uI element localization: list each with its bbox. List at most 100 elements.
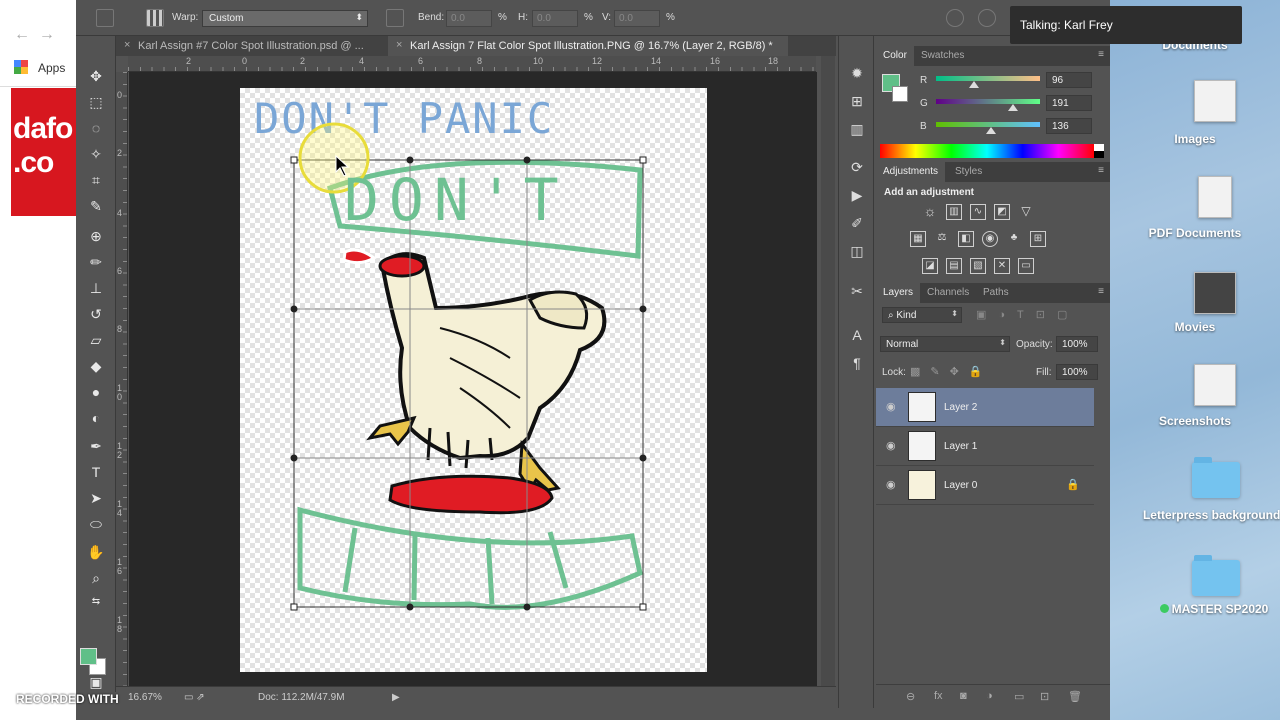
pdf-file-icon[interactable] bbox=[1198, 176, 1232, 218]
histogram-panel-icon[interactable]: ▥ bbox=[848, 120, 866, 138]
layer-mask-icon[interactable]: ◙ bbox=[960, 690, 967, 702]
panel-menu-icon[interactable]: ≡ bbox=[1098, 49, 1104, 60]
delete-layer-icon[interactable]: 🗑 bbox=[1068, 690, 1082, 703]
new-layer-icon[interactable]: ⊡ bbox=[1040, 690, 1049, 703]
black-white-icon[interactable]: ◧ bbox=[958, 231, 974, 247]
levels-icon[interactable]: ▥ bbox=[946, 204, 962, 220]
blur-tool-icon[interactable]: ● bbox=[86, 382, 106, 402]
marquee-tool-icon[interactable]: ⬚ bbox=[86, 92, 106, 112]
zoom-level[interactable]: 16.67% bbox=[128, 692, 162, 703]
puppet-icon[interactable] bbox=[946, 9, 964, 27]
paragraph-panel-icon[interactable]: ¶ bbox=[848, 354, 866, 372]
desktop-item-movies[interactable]: Movies bbox=[1110, 319, 1280, 335]
canvas-area[interactable]: DON'T PANIC DON'T bbox=[129, 72, 817, 686]
warp-style-select[interactable]: Custom bbox=[202, 10, 368, 27]
paint-bucket-icon[interactable]: ◆ bbox=[86, 356, 106, 376]
brush-tool-icon[interactable]: ✏ bbox=[86, 252, 106, 272]
selective-color-icon[interactable]: ✕ bbox=[994, 258, 1010, 274]
warp-grid-icon[interactable] bbox=[146, 9, 164, 27]
layer-name[interactable]: Layer 1 bbox=[944, 441, 977, 452]
crop-tool-icon[interactable]: ⌗ bbox=[86, 170, 106, 190]
link-layers-icon[interactable]: ⊖ bbox=[906, 690, 915, 703]
curves-icon[interactable]: ∿ bbox=[970, 204, 986, 220]
green-slider[interactable] bbox=[936, 99, 1040, 104]
blend-mode-select[interactable]: Normal ⬍ bbox=[880, 336, 1010, 352]
tab-styles[interactable]: Styles bbox=[948, 162, 989, 182]
pen-tool-icon[interactable]: ✒ bbox=[86, 436, 106, 456]
status-play-icon[interactable]: ▶ bbox=[392, 692, 400, 703]
exposure-icon[interactable]: ◩ bbox=[994, 204, 1010, 220]
new-group-icon[interactable]: ▭ bbox=[1014, 690, 1024, 703]
screenshots-file-icon[interactable] bbox=[1194, 364, 1236, 406]
layer-filter-kind[interactable]: ⌕ Kind ⬍ bbox=[882, 307, 962, 323]
layer-name[interactable]: Layer 2 bbox=[944, 402, 977, 413]
actions-panel-icon[interactable]: ⟳ bbox=[848, 158, 866, 176]
tab-color-spot-psd[interactable]: × Karl Assign #7 Color Spot Illustration… bbox=[116, 36, 386, 56]
vibrance-icon[interactable]: ▽ bbox=[1018, 204, 1034, 220]
green-slider-knob[interactable] bbox=[1008, 104, 1018, 111]
opacity-input[interactable]: 100% bbox=[1056, 336, 1098, 352]
dodge-tool-icon[interactable]: ◐ bbox=[86, 408, 106, 428]
red-slider[interactable] bbox=[936, 76, 1040, 81]
eraser-tool-icon[interactable]: ▱ bbox=[86, 330, 106, 350]
folder-icon[interactable] bbox=[1192, 457, 1240, 498]
desktop-item-screenshots[interactable]: Screenshots bbox=[1110, 413, 1280, 429]
brightness-icon[interactable]: ☼ bbox=[922, 204, 938, 220]
h-input[interactable]: 0.0 bbox=[532, 10, 578, 27]
healing-brush-icon[interactable]: ⊕ bbox=[86, 226, 106, 246]
blue-value-input[interactable]: 136 bbox=[1046, 118, 1092, 134]
magic-wand-icon[interactable]: ✧ bbox=[86, 144, 106, 164]
panel-menu-icon[interactable]: ≡ bbox=[1098, 286, 1104, 297]
panel-menu-icon[interactable]: ≡ bbox=[1098, 165, 1104, 176]
desktop-item-images[interactable]: Images bbox=[1110, 131, 1280, 147]
close-icon[interactable]: × bbox=[396, 39, 402, 51]
history-panel-icon[interactable]: ✹ bbox=[848, 64, 866, 82]
fill-input[interactable]: 100% bbox=[1056, 364, 1098, 380]
transform-mode-icon[interactable] bbox=[96, 9, 114, 27]
layer-name[interactable]: Layer 0 bbox=[944, 480, 977, 491]
brush-panel-icon[interactable]: ✐ bbox=[848, 214, 866, 232]
browser-back-forward-icons[interactable]: ← → bbox=[14, 26, 55, 44]
posterize-icon[interactable]: ▤ bbox=[946, 258, 962, 274]
photo-filter-icon[interactable]: ◉ bbox=[982, 231, 998, 247]
visibility-eye-icon[interactable]: ◉ bbox=[886, 439, 896, 452]
stamp-tool-icon[interactable]: ⊥ bbox=[86, 278, 106, 298]
threshold-icon[interactable]: ▧ bbox=[970, 258, 986, 274]
color-balance-icon[interactable]: ⚖ bbox=[934, 231, 950, 247]
tab-layers[interactable]: Layers bbox=[876, 283, 921, 303]
desktop-item-master-sp2020[interactable]: MASTER SP2020 bbox=[1154, 601, 1274, 617]
movies-file-icon[interactable] bbox=[1194, 272, 1236, 314]
tool-presets-icon[interactable]: ✂ bbox=[848, 282, 866, 300]
vertical-scrollbar[interactable] bbox=[821, 56, 835, 686]
gradient-map-icon[interactable]: ▭ bbox=[1018, 258, 1034, 274]
history-brush-icon[interactable]: ↺ bbox=[86, 304, 106, 324]
tab-color[interactable]: Color bbox=[876, 46, 914, 66]
clone-source-icon[interactable]: ◫ bbox=[848, 242, 866, 260]
type-tool-icon[interactable]: T bbox=[86, 462, 106, 482]
layer-row-layer-2[interactable]: ◉ Layer 2 bbox=[876, 388, 1094, 427]
v-input[interactable]: 0.0 bbox=[614, 10, 660, 27]
hand-tool-icon[interactable]: ✋ bbox=[86, 542, 106, 562]
move-tool-icon[interactable]: ✥ bbox=[86, 66, 106, 86]
desktop-item-pdf-documents[interactable]: PDF Documents bbox=[1110, 225, 1280, 241]
swap-colors-icon[interactable]: ⇆ bbox=[86, 592, 106, 612]
tab-adjustments[interactable]: Adjustments bbox=[876, 162, 946, 182]
tab-swatches[interactable]: Swatches bbox=[914, 46, 971, 66]
visibility-eye-icon[interactable]: ◉ bbox=[886, 478, 896, 491]
apps-grid-icon[interactable] bbox=[14, 60, 28, 74]
quick-mask-icon[interactable] bbox=[86, 644, 106, 664]
color-lookup-icon[interactable]: ⊞ bbox=[1030, 231, 1046, 247]
bend-input[interactable]: 0.0 bbox=[446, 10, 492, 27]
tab-flat-color-png[interactable]: × Karl Assign 7 Flat Color Spot Illustra… bbox=[388, 36, 788, 56]
adjustment-layer-icon[interactable]: ◑ bbox=[986, 690, 993, 702]
red-slider-knob[interactable] bbox=[969, 81, 979, 88]
channel-mixer-icon[interactable]: ♣ bbox=[1006, 231, 1022, 247]
path-select-icon[interactable]: ➤ bbox=[86, 488, 106, 508]
layer-row-layer-1[interactable]: ◉ Layer 1 bbox=[876, 427, 1094, 466]
zoom-tool-icon[interactable]: ⌕ bbox=[86, 568, 106, 588]
eyedropper-icon[interactable]: ✎ bbox=[86, 196, 106, 216]
hue-saturation-icon[interactable]: ▦ bbox=[910, 231, 926, 247]
ellipse-tool-icon[interactable]: ⬭ bbox=[86, 514, 106, 534]
color-spectrum-bar[interactable] bbox=[880, 144, 1104, 158]
tab-paths[interactable]: Paths bbox=[976, 283, 1016, 303]
